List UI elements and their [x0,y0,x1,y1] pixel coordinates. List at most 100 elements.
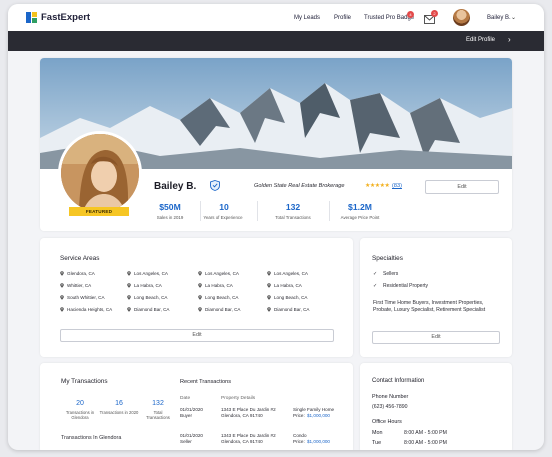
check-icon: ✓ [373,283,378,289]
user-avatar[interactable] [453,9,470,26]
tx-row-address[interactable]: 1343 E Place Du Jardin #2 [221,433,276,439]
tx-row-price-label: Price: [293,439,305,444]
service-area-item: Hacienda Heights, CA [60,307,112,312]
specialties-title: Specialties [372,255,403,262]
user-menu-name[interactable]: Bailey B. [487,15,511,21]
service-areas-title: Service Areas [60,255,100,262]
hours-day: Mon [372,430,383,436]
service-area-item: Los Angeles, CA [127,271,168,276]
tx-stat-total-value: 132 [152,400,164,407]
tx-row-city: Glendora, CA 91740 [221,439,263,444]
service-area-city: La Habra, CA [134,283,162,288]
service-area-city: Los Angeles, CA [134,271,168,276]
tx-stat-year-value: 16 [115,400,123,407]
service-areas-edit-button[interactable]: Edit [60,329,334,342]
tx-row-role: Seller [180,439,192,444]
edit-profile-link[interactable]: Edit Profile [466,37,495,43]
stat-transactions-value: 132 [285,202,301,212]
service-area-city: Los Angeles, CA [205,271,239,276]
map-pin-icon [198,283,202,288]
stat-price-label: Average Price Point [340,215,380,220]
chevron-down-icon[interactable]: ⌄ [511,14,516,21]
specialties-text: First Time Home Buyers, Investment Prope… [373,300,486,313]
nav-my-leads[interactable]: My Leads [294,15,320,21]
profile-card: FEATURED Bailey B. Golden State Real Est… [40,58,512,231]
review-count-link[interactable]: (83) [392,183,402,189]
map-pin-icon [60,283,64,288]
service-area-city: Long Beach, CA [134,295,168,300]
check-icon: ✓ [373,271,378,277]
service-area-item: South Whittier, CA [60,295,105,300]
tx-row-date: 01/01/2020 [180,433,203,438]
profile-name: Bailey B. [154,181,197,192]
tx-stat-year-label: Transactions in 2020 [99,410,139,415]
logo-icon [26,12,37,23]
specialties-edit-button[interactable]: Edit [372,331,500,344]
service-area-item: Diamond Bar, CA [198,307,241,312]
service-area-city: Glendora, CA [67,271,95,276]
nav-profile[interactable]: Profile [334,15,351,21]
service-area-city: La Habra, CA [205,283,233,288]
app-window: FastExpert My Leads Profile Trusted Pro … [8,4,544,450]
map-pin-icon [267,307,271,312]
service-area-city: Hacienda Heights, CA [67,307,113,312]
profile-edit-button[interactable]: Edit [425,180,499,194]
hours-time: 8:00 AM - 5:00 PM [404,440,447,446]
tx-row-type: Condo [293,433,307,438]
map-pin-icon [60,271,64,276]
tx-row-role: Buyer [180,413,193,418]
map-pin-icon [127,307,131,312]
hours-time: 8:00 AM - 5:00 PM [404,430,447,436]
map-pin-icon [127,271,131,276]
col-date-header: Date [180,396,191,401]
chevron-right-icon[interactable]: › [508,35,511,44]
profile-photo [58,131,142,215]
tx-stat-city-label: Transactions in Glendora [65,410,95,420]
tx-stat-total-label: Total Transactions [146,410,170,420]
star-rating: ★★★★★ [365,183,390,189]
stat-years-value: 10 [219,202,229,212]
service-area-item: Whittier, CA [60,283,91,288]
transactions-in-city-label: Transactions In Glendora [61,435,122,441]
tx-row-price: $1,000,000 [307,439,330,444]
service-area-item: Long Beach, CA [267,295,307,300]
map-pin-icon [198,271,202,276]
contact-card: Contact Information Phone Number (623) 4… [360,363,512,450]
map-pin-icon [127,283,131,288]
service-area-item: La Habra, CA [267,283,302,288]
specialty-item: Residential Property [383,283,429,289]
service-area-item: Diamond Bar, CA [127,307,170,312]
fastexpert-logo[interactable]: FastExpert [26,12,90,23]
stat-price-value: $1.2M [348,202,372,212]
stat-transactions-label: Total Transactions [275,215,311,220]
service-area-city: South Whittier, CA [67,295,105,300]
service-area-item: La Habra, CA [127,283,162,288]
specialties-card: Specialties ✓ Sellers ✓ Residential Prop… [360,238,512,357]
tx-row-city: Glendora, CA 91740 [221,413,263,418]
service-area-item: Long Beach, CA [127,295,167,300]
service-area-item: Diamond Bar, CA [267,307,310,312]
service-area-city: Long Beach, CA [274,295,308,300]
edit-profile-bar: Edit Profile › [8,31,544,51]
badge-count: 4 [407,11,414,18]
map-pin-icon [267,283,271,288]
tx-row-address[interactable]: 1343 E Place Du Jardin #2 [221,407,276,413]
service-area-city: Los Angeles, CA [274,271,308,276]
service-area-city: Diamond Bar, CA [134,307,170,312]
stat-sales-value: $50M [159,202,181,212]
tx-row-price-label: Price: [293,413,305,418]
transactions-title: My Transactions [61,378,108,385]
stat-years-label: Years of Experience [203,215,243,220]
map-pin-icon [267,295,271,300]
office-hours-label: Office Hours [372,419,402,425]
service-area-city: Diamond Bar, CA [205,307,241,312]
stat-sales-label: Sales in 2019 [156,215,184,220]
stat-divider [257,201,258,221]
phone-number[interactable]: (623) 456-7890 [372,404,407,410]
map-pin-icon [198,307,202,312]
recent-transactions-title: Recent Transactions [180,379,231,385]
top-nav: FastExpert My Leads Profile Trusted Pro … [8,4,544,31]
brokerage-name: Golden State Real Estate Brokerage [254,183,345,189]
contact-title: Contact Information [372,378,425,384]
service-area-city: Long Beach, CA [205,295,239,300]
